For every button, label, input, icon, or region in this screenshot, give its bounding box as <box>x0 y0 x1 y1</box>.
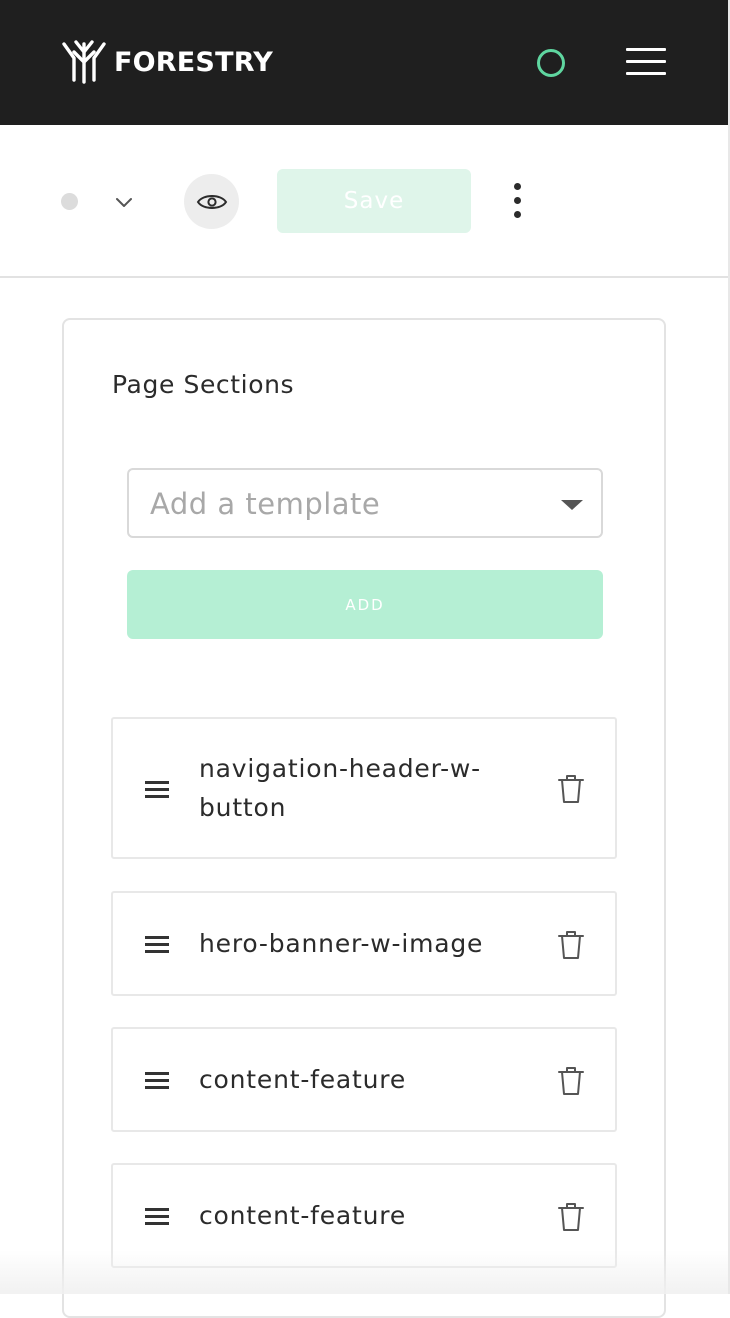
drag-handle-icon[interactable] <box>145 1072 169 1090</box>
app-header: FORESTRY <box>0 0 728 125</box>
preview-button[interactable] <box>184 174 239 229</box>
trash-icon[interactable] <box>557 774 585 804</box>
drag-handle-icon[interactable] <box>145 781 169 799</box>
section-item[interactable]: navigation-header-w-button <box>111 717 617 859</box>
page-sections-panel: Page Sections Add a template ADD navigat… <box>62 318 666 1318</box>
section-item[interactable]: content-feature <box>111 1163 617 1268</box>
drag-handle-icon[interactable] <box>145 936 169 954</box>
draft-status-dot-icon[interactable] <box>61 193 78 210</box>
section-item-label: hero-banner-w-image <box>199 929 484 958</box>
chevron-down-icon[interactable] <box>114 195 134 209</box>
section-item-label: content-feature <box>199 1065 406 1094</box>
template-select[interactable]: Add a template <box>127 468 603 538</box>
add-template-button[interactable]: ADD <box>127 570 603 639</box>
logo-wordmark: FORESTRY <box>114 46 273 78</box>
template-select-placeholder: Add a template <box>150 487 381 521</box>
eye-icon <box>196 194 227 209</box>
sync-status-icon[interactable] <box>537 49 565 77</box>
drag-handle-icon[interactable] <box>145 1208 169 1226</box>
save-button[interactable]: Save <box>277 169 471 233</box>
section-item[interactable]: content-feature <box>111 1027 617 1132</box>
caret-down-icon <box>561 500 583 510</box>
section-item[interactable]: hero-banner-w-image <box>111 891 617 996</box>
trash-icon[interactable] <box>557 1066 585 1096</box>
section-item-label: navigation-header-w-button <box>199 754 481 822</box>
forestry-logo[interactable]: FORESTRY <box>62 40 273 84</box>
trash-icon[interactable] <box>557 1202 585 1232</box>
trash-icon[interactable] <box>557 930 585 960</box>
section-item-label: content-feature <box>199 1201 406 1230</box>
page-sections-title: Page Sections <box>112 370 295 399</box>
hamburger-menu-icon[interactable] <box>626 48 666 76</box>
tree-logo-icon <box>62 40 106 84</box>
document-toolbar: Save <box>0 125 728 278</box>
more-vertical-icon[interactable] <box>508 183 528 219</box>
